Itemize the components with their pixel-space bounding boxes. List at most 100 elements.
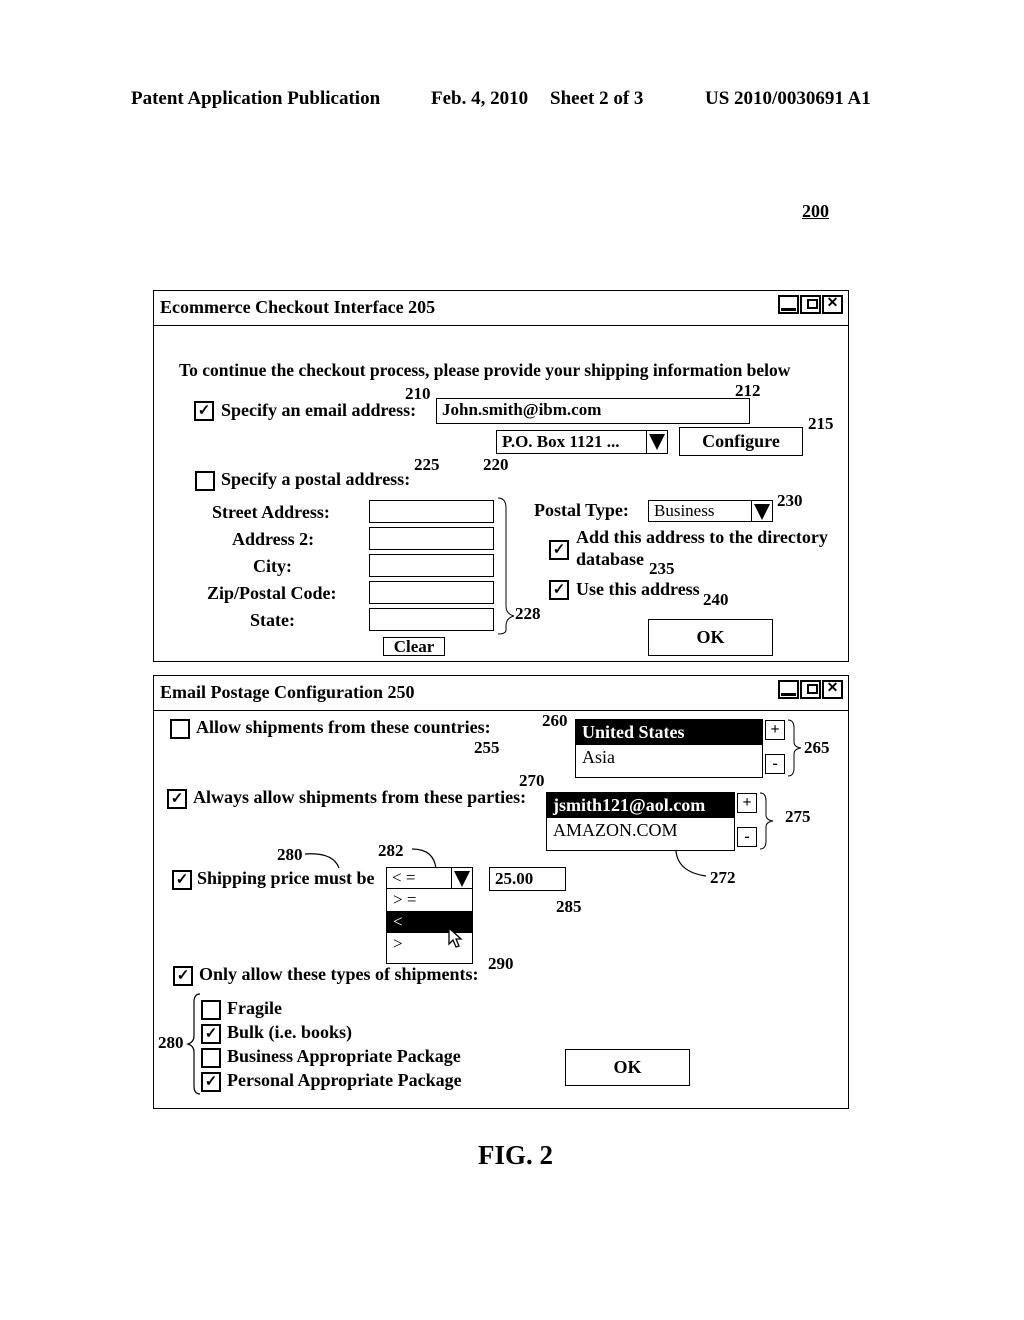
street-address-field[interactable]: [369, 500, 494, 523]
use-address-label: Use this address: [576, 579, 700, 599]
state-label: State:: [250, 610, 295, 630]
email-checkbox[interactable]: ✓: [194, 401, 214, 421]
fragile-label: Fragile: [227, 998, 282, 1018]
remove-party-button[interactable]: -: [737, 827, 757, 847]
price-amount-field[interactable]: 25.00: [489, 867, 566, 891]
chevron-down-icon[interactable]: [646, 431, 667, 453]
country-item-selected[interactable]: United States: [576, 720, 762, 745]
parties-checkbox[interactable]: ✓: [167, 789, 187, 809]
bracket-228: [497, 497, 515, 635]
add-directory-label-2: database: [576, 549, 645, 569]
operator-dropdown[interactable]: < =: [386, 867, 473, 889]
ref-280: 280: [277, 845, 303, 864]
bracket-280: [186, 993, 201, 1095]
checkout-title: Ecommerce Checkout Interface 205: [160, 297, 436, 317]
countries-label: Allow shipments from these countries:: [196, 717, 491, 737]
add-directory-label: Add this address to the directory: [576, 527, 828, 547]
clear-button[interactable]: Clear: [383, 637, 445, 656]
ref-230: 230: [777, 491, 803, 510]
party-item[interactable]: AMAZON.COM: [547, 818, 734, 843]
zip-field[interactable]: [369, 581, 494, 604]
checkout-titlebar: Ecommerce Checkout Interface 205 ✕: [154, 291, 848, 326]
postal-label: Specify a postal address:: [221, 469, 411, 489]
publication-label: Patent Application Publication: [131, 88, 381, 109]
postal-type-dropdown[interactable]: Business: [648, 500, 773, 522]
use-address-checkbox[interactable]: ✓: [549, 580, 569, 600]
city-field[interactable]: [369, 554, 494, 577]
address2-field[interactable]: [369, 527, 494, 550]
ref-290: 290: [488, 954, 514, 973]
shipping-price-checkbox[interactable]: ✓: [172, 870, 192, 890]
shipment-types-checkbox[interactable]: ✓: [173, 966, 193, 986]
personal-package-checkbox[interactable]: ✓: [201, 1072, 221, 1092]
address-dropdown-value: P.O. Box 1121 ...: [502, 432, 620, 451]
postage-title: Email Postage Configuration 250: [160, 682, 415, 702]
shipment-types-label: Only allow these types of shipments:: [199, 964, 479, 984]
ref-260: 260: [542, 711, 568, 730]
add-directory-checkbox[interactable]: ✓: [549, 540, 569, 560]
city-label: City:: [253, 556, 292, 576]
fragile-checkbox[interactable]: [201, 1000, 221, 1020]
publication-date: Feb. 4, 2010: [431, 88, 529, 109]
postage-titlebar: Email Postage Configuration 250 ✕: [154, 676, 848, 711]
ref-240: 240: [703, 590, 729, 609]
bulk-label: Bulk (i.e. books): [227, 1022, 353, 1042]
patent-number: US 2010/0030691 A1: [705, 88, 871, 109]
ref-228: 228: [515, 604, 541, 623]
bracket-265: [787, 719, 802, 777]
bulk-checkbox[interactable]: ✓: [201, 1024, 221, 1044]
countries-listbox[interactable]: United States Asia: [575, 719, 763, 778]
address2-label: Address 2:: [232, 529, 315, 549]
configure-button[interactable]: Configure: [679, 427, 803, 456]
checkout-instruction: To continue the checkout process, please…: [179, 360, 791, 380]
ref-265: 265: [804, 738, 830, 757]
parties-label: Always allow shipments from these partie…: [193, 787, 527, 807]
street-address-label: Street Address:: [212, 502, 330, 522]
operator-option[interactable]: > =: [387, 889, 472, 911]
address-dropdown[interactable]: P.O. Box 1121 ...: [496, 430, 668, 454]
leader-272: [675, 850, 707, 877]
ref-280-group: 280: [158, 1033, 184, 1052]
chevron-down-icon[interactable]: [751, 501, 772, 521]
postal-type-label: Postal Type:: [534, 500, 629, 520]
ref-282: 282: [378, 841, 404, 860]
ref-235: 235: [649, 559, 675, 578]
countries-checkbox[interactable]: [170, 719, 190, 739]
postage-ok-button[interactable]: OK: [565, 1049, 690, 1086]
zip-label: Zip/Postal Code:: [207, 583, 337, 603]
ref-215: 215: [808, 414, 834, 433]
ref-285: 285: [556, 897, 582, 916]
postal-type-value: Business: [654, 501, 715, 520]
email-label: Specify an email address:: [221, 400, 417, 420]
ref-255: 255: [474, 738, 500, 757]
cursor-icon: [448, 926, 463, 948]
ref-272: 272: [710, 868, 736, 887]
business-package-label: Business Appropriate Package: [227, 1046, 461, 1066]
chevron-down-icon[interactable]: [451, 868, 472, 888]
parties-listbox[interactable]: jsmith121@aol.com AMAZON.COM: [546, 792, 735, 851]
figure-reference: 200: [802, 201, 829, 221]
shipping-price-label: Shipping price must be: [197, 868, 375, 888]
email-field[interactable]: John.smith@ibm.com: [436, 398, 750, 424]
add-party-button[interactable]: +: [737, 793, 757, 813]
close-icon[interactable]: ✕: [822, 295, 843, 314]
checkout-ok-button[interactable]: OK: [648, 619, 773, 656]
ref-275: 275: [785, 807, 811, 826]
postal-checkbox[interactable]: [195, 471, 215, 491]
business-package-checkbox[interactable]: [201, 1048, 221, 1068]
party-item-selected[interactable]: jsmith121@aol.com: [547, 793, 734, 818]
bracket-275: [759, 792, 774, 850]
maximize-icon[interactable]: [800, 295, 821, 314]
country-item[interactable]: Asia: [576, 745, 762, 770]
close-icon[interactable]: ✕: [822, 680, 843, 699]
ref-225: 225: [414, 455, 440, 474]
remove-country-button[interactable]: -: [765, 754, 785, 774]
operator-value: < =: [392, 868, 416, 887]
add-country-button[interactable]: +: [765, 720, 785, 740]
ref-220: 220: [483, 455, 509, 474]
state-field[interactable]: [369, 608, 494, 631]
maximize-icon[interactable]: [800, 680, 821, 699]
minimize-icon[interactable]: [778, 680, 799, 699]
minimize-icon[interactable]: [778, 295, 799, 314]
figure-caption: FIG. 2: [478, 1140, 554, 1170]
